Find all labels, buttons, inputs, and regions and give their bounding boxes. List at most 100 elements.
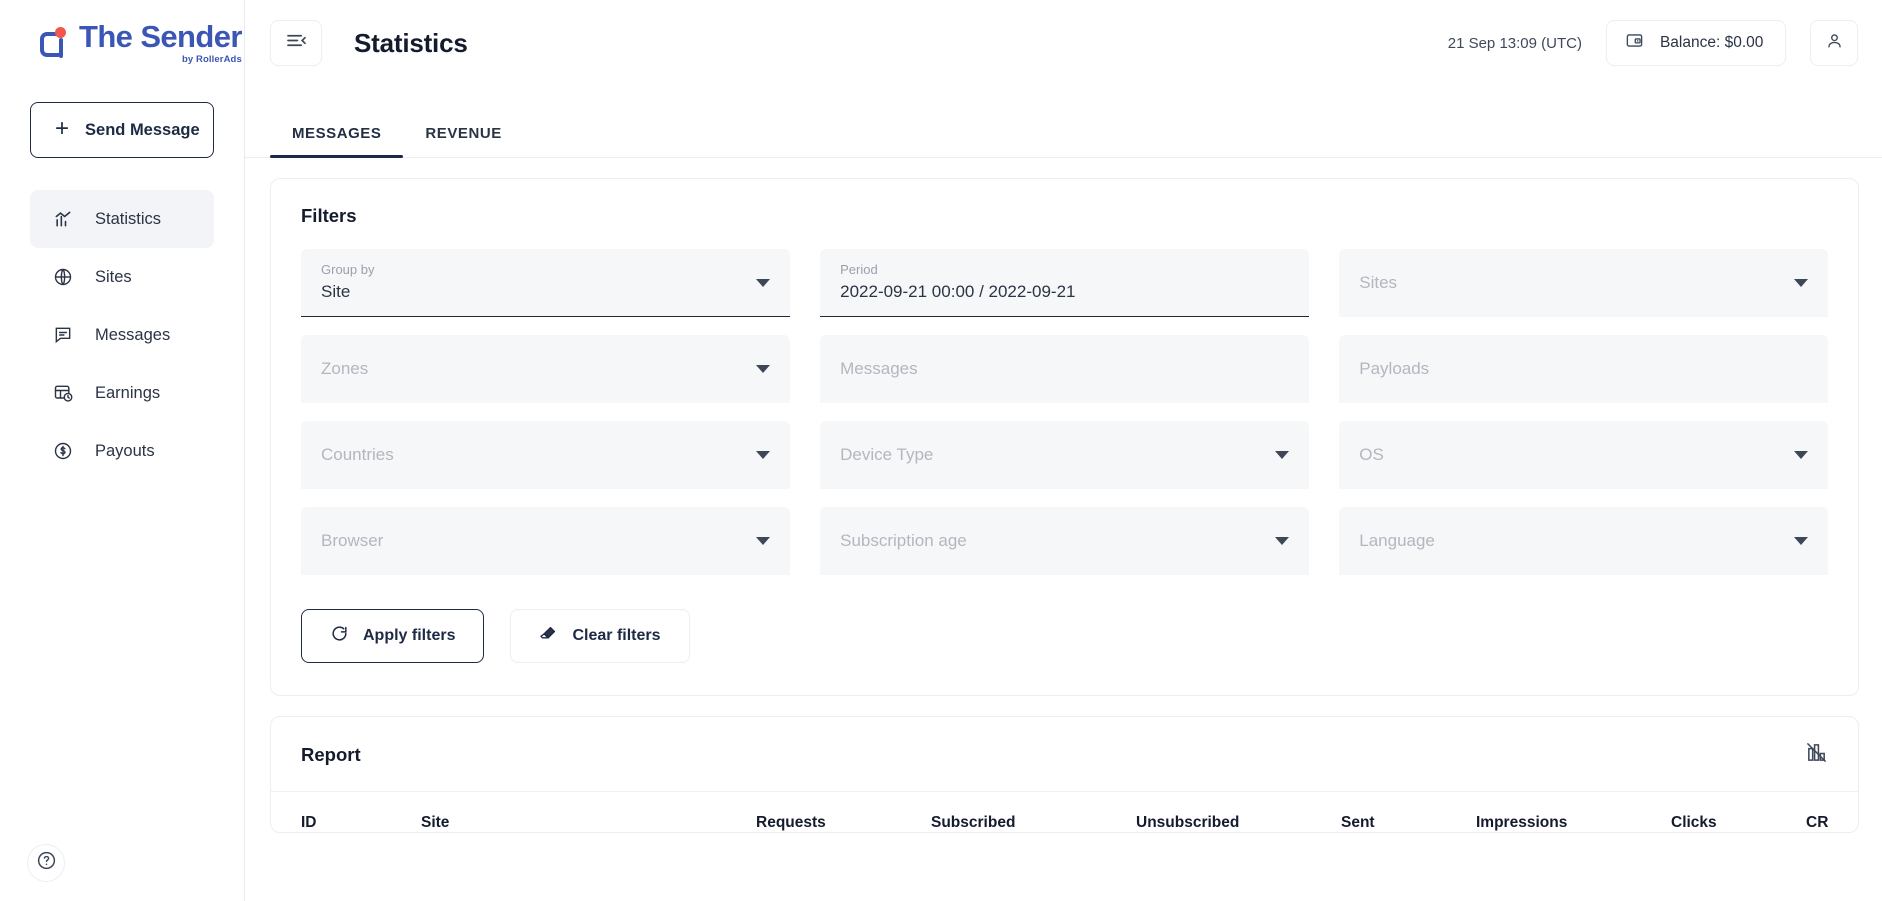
filter-countries[interactable]: Countries <box>301 421 791 489</box>
logo-mark-icon <box>38 26 72 60</box>
sidebar-item-label: Earnings <box>95 383 161 402</box>
tab-messages[interactable]: MESSAGES <box>270 125 404 158</box>
column-header-site[interactable]: Site <box>421 814 756 832</box>
field-label: Group by <box>321 262 375 278</box>
filter-group-by[interactable]: Group by Site <box>301 249 791 317</box>
sidebar-item-label: Payouts <box>95 441 155 460</box>
filter-actions: Apply filters Clear filters <box>301 609 1828 663</box>
column-header-impressions[interactable]: Impressions <box>1476 814 1671 832</box>
sidebar-item-label: Sites <box>95 267 132 286</box>
sidebar-toggle-button[interactable] <box>270 20 322 66</box>
column-header-clicks[interactable]: Clicks <box>1671 814 1806 832</box>
field-placeholder: Countries <box>321 445 394 464</box>
column-header-unsubscribed[interactable]: Unsubscribed <box>1136 814 1341 832</box>
column-header-id[interactable]: ID <box>301 814 421 832</box>
tab-revenue[interactable]: REVENUE <box>403 125 523 157</box>
chevron-down-icon <box>756 365 771 373</box>
app-root: The Sender by RollerAds + Send Message S… <box>0 0 1882 901</box>
tab-label: MESSAGES <box>292 125 382 142</box>
chevron-down-icon <box>1794 537 1809 545</box>
send-message-button[interactable]: + Send Message <box>30 102 214 158</box>
sidebar-item-messages[interactable]: Messages <box>30 306 214 364</box>
chevron-down-icon <box>1275 537 1290 545</box>
balance-button[interactable]: Balance: $0.00 <box>1605 20 1787 66</box>
field-placeholder: Subscription age <box>840 531 967 550</box>
field-placeholder: Browser <box>321 531 384 550</box>
filter-subscription-age[interactable]: Subscription age <box>820 507 1310 575</box>
earnings-icon <box>52 383 73 404</box>
filter-os[interactable]: OS <box>1339 421 1829 489</box>
filter-period[interactable]: Period 2022-09-21 00:00 / 2022-09-21 <box>820 249 1310 317</box>
field-label: Period <box>840 262 878 278</box>
refresh-icon <box>330 624 349 648</box>
brand-name: The Sender <box>79 19 242 55</box>
report-card: Report ID Site Requests Subscribed Unsub… <box>270 716 1860 833</box>
sidebar-item-sites[interactable]: Sites <box>30 248 214 306</box>
sidebar-item-earnings[interactable]: Earnings <box>30 364 214 422</box>
field-placeholder: Payloads <box>1359 359 1430 378</box>
sidebar-item-payouts[interactable]: Payouts <box>30 422 214 480</box>
plus-icon: + <box>55 114 70 142</box>
clear-filters-label: Clear filters <box>572 627 661 644</box>
field-placeholder: Messages <box>840 359 918 378</box>
field-placeholder: Sites <box>1359 273 1398 292</box>
filter-zones[interactable]: Zones <box>301 335 791 403</box>
column-header-requests[interactable]: Requests <box>756 814 931 832</box>
content-area: Filters Group by Site Period 2022-09-21 … <box>245 158 1882 901</box>
statistics-icon <box>52 209 73 230</box>
field-placeholder: Device Type <box>840 445 934 464</box>
chevron-down-icon <box>756 451 771 459</box>
chevron-down-icon <box>1794 279 1809 287</box>
filters-title: Filters <box>301 205 357 226</box>
filter-sites[interactable]: Sites <box>1339 249 1829 317</box>
page-title: Statistics <box>354 27 468 58</box>
report-table-header: ID Site Requests Subscribed Unsubscribed… <box>271 792 1858 832</box>
hamburger-collapse-icon <box>286 32 307 54</box>
chevron-down-icon <box>756 278 771 287</box>
help-button[interactable] <box>27 844 65 882</box>
eraser-icon <box>539 624 558 648</box>
filter-language[interactable]: Language <box>1339 507 1829 575</box>
filter-payloads[interactable]: Payloads <box>1339 335 1829 403</box>
filter-device-type[interactable]: Device Type <box>820 421 1310 489</box>
filter-browser[interactable]: Browser <box>301 507 791 575</box>
brand-logo[interactable]: The Sender by RollerAds <box>0 0 244 86</box>
filter-messages[interactable]: Messages <box>820 335 1310 403</box>
field-placeholder: OS <box>1359 445 1384 464</box>
sidebar: The Sender by RollerAds + Send Message S… <box>0 0 245 901</box>
apply-filters-label: Apply filters <box>363 627 456 644</box>
sidebar-item-statistics[interactable]: Statistics <box>30 190 214 248</box>
sidebar-nav: Statistics Sites Messages Earnings Payou… <box>0 190 244 480</box>
filters-card: Filters Group by Site Period 2022-09-21 … <box>270 178 1860 696</box>
send-message-label: Send Message <box>85 120 200 139</box>
field-value: Site <box>321 281 351 301</box>
top-bar-right: 21 Sep 13:09 (UTC) Balance: $0.00 <box>1448 20 1859 66</box>
column-header-subscribed[interactable]: Subscribed <box>931 814 1136 832</box>
main-area: Statistics 21 Sep 13:09 (UTC) Balance: $… <box>245 0 1882 901</box>
apply-filters-button[interactable]: Apply filters <box>301 609 485 663</box>
chevron-down-icon <box>1275 451 1290 459</box>
sidebar-item-label: Statistics <box>95 209 162 228</box>
column-header-cr[interactable]: CR <box>1806 814 1828 832</box>
report-title: Report <box>301 744 361 765</box>
sidebar-item-label: Messages <box>95 325 171 344</box>
tab-label: REVENUE <box>425 125 502 142</box>
utc-clock: 21 Sep 13:09 (UTC) <box>1447 34 1582 52</box>
question-mark-icon <box>36 850 57 876</box>
chevron-down-icon <box>1794 451 1809 459</box>
chevron-down-icon <box>756 537 771 545</box>
balance-label: Balance: $0.00 <box>1659 34 1764 51</box>
field-placeholder: Zones <box>321 359 369 378</box>
statistics-tabs: MESSAGES REVENUE <box>245 86 1882 158</box>
clear-filters-button[interactable]: Clear filters <box>510 609 690 663</box>
wallet-icon <box>1625 31 1644 55</box>
account-button[interactable] <box>1810 20 1859 66</box>
column-header-sent[interactable]: Sent <box>1341 814 1476 832</box>
chart-toggle-button[interactable] <box>1805 741 1828 769</box>
message-icon <box>52 325 73 346</box>
filters-grid: Group by Site Period 2022-09-21 00:00 / … <box>301 249 1829 575</box>
dollar-coin-icon <box>52 441 73 462</box>
chart-off-icon <box>1805 741 1828 769</box>
field-value: 2022-09-21 00:00 / 2022-09-21 <box>840 281 1076 301</box>
field-placeholder: Language <box>1359 531 1435 550</box>
